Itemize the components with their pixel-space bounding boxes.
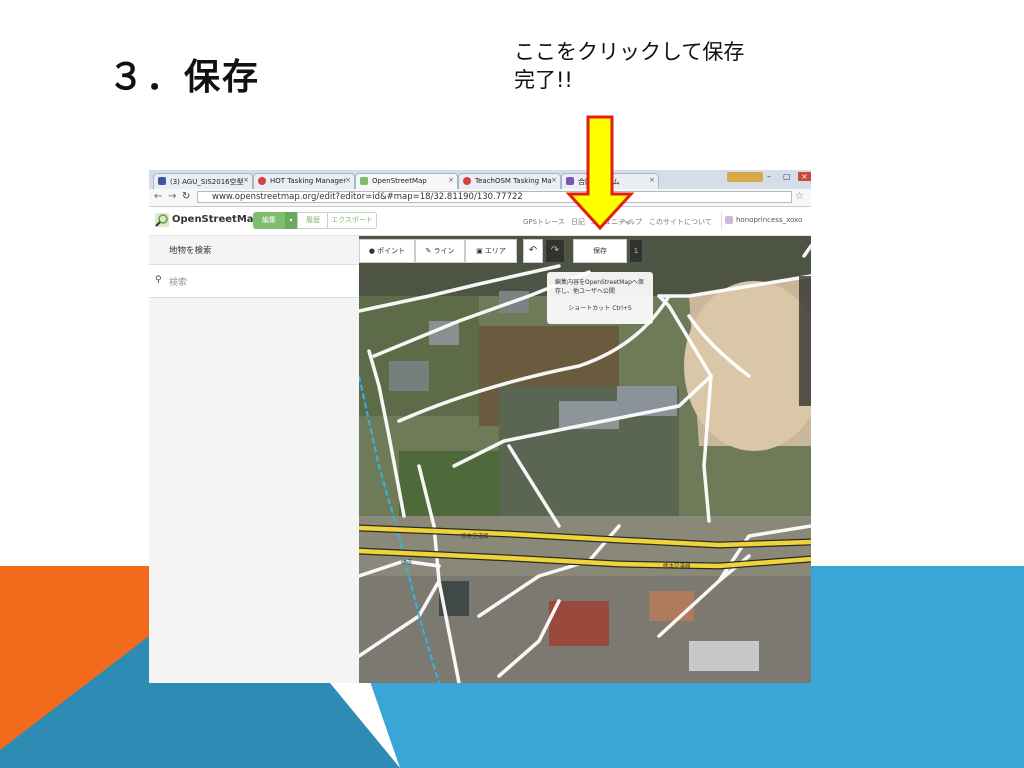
arrow-down-icon [565, 115, 635, 231]
